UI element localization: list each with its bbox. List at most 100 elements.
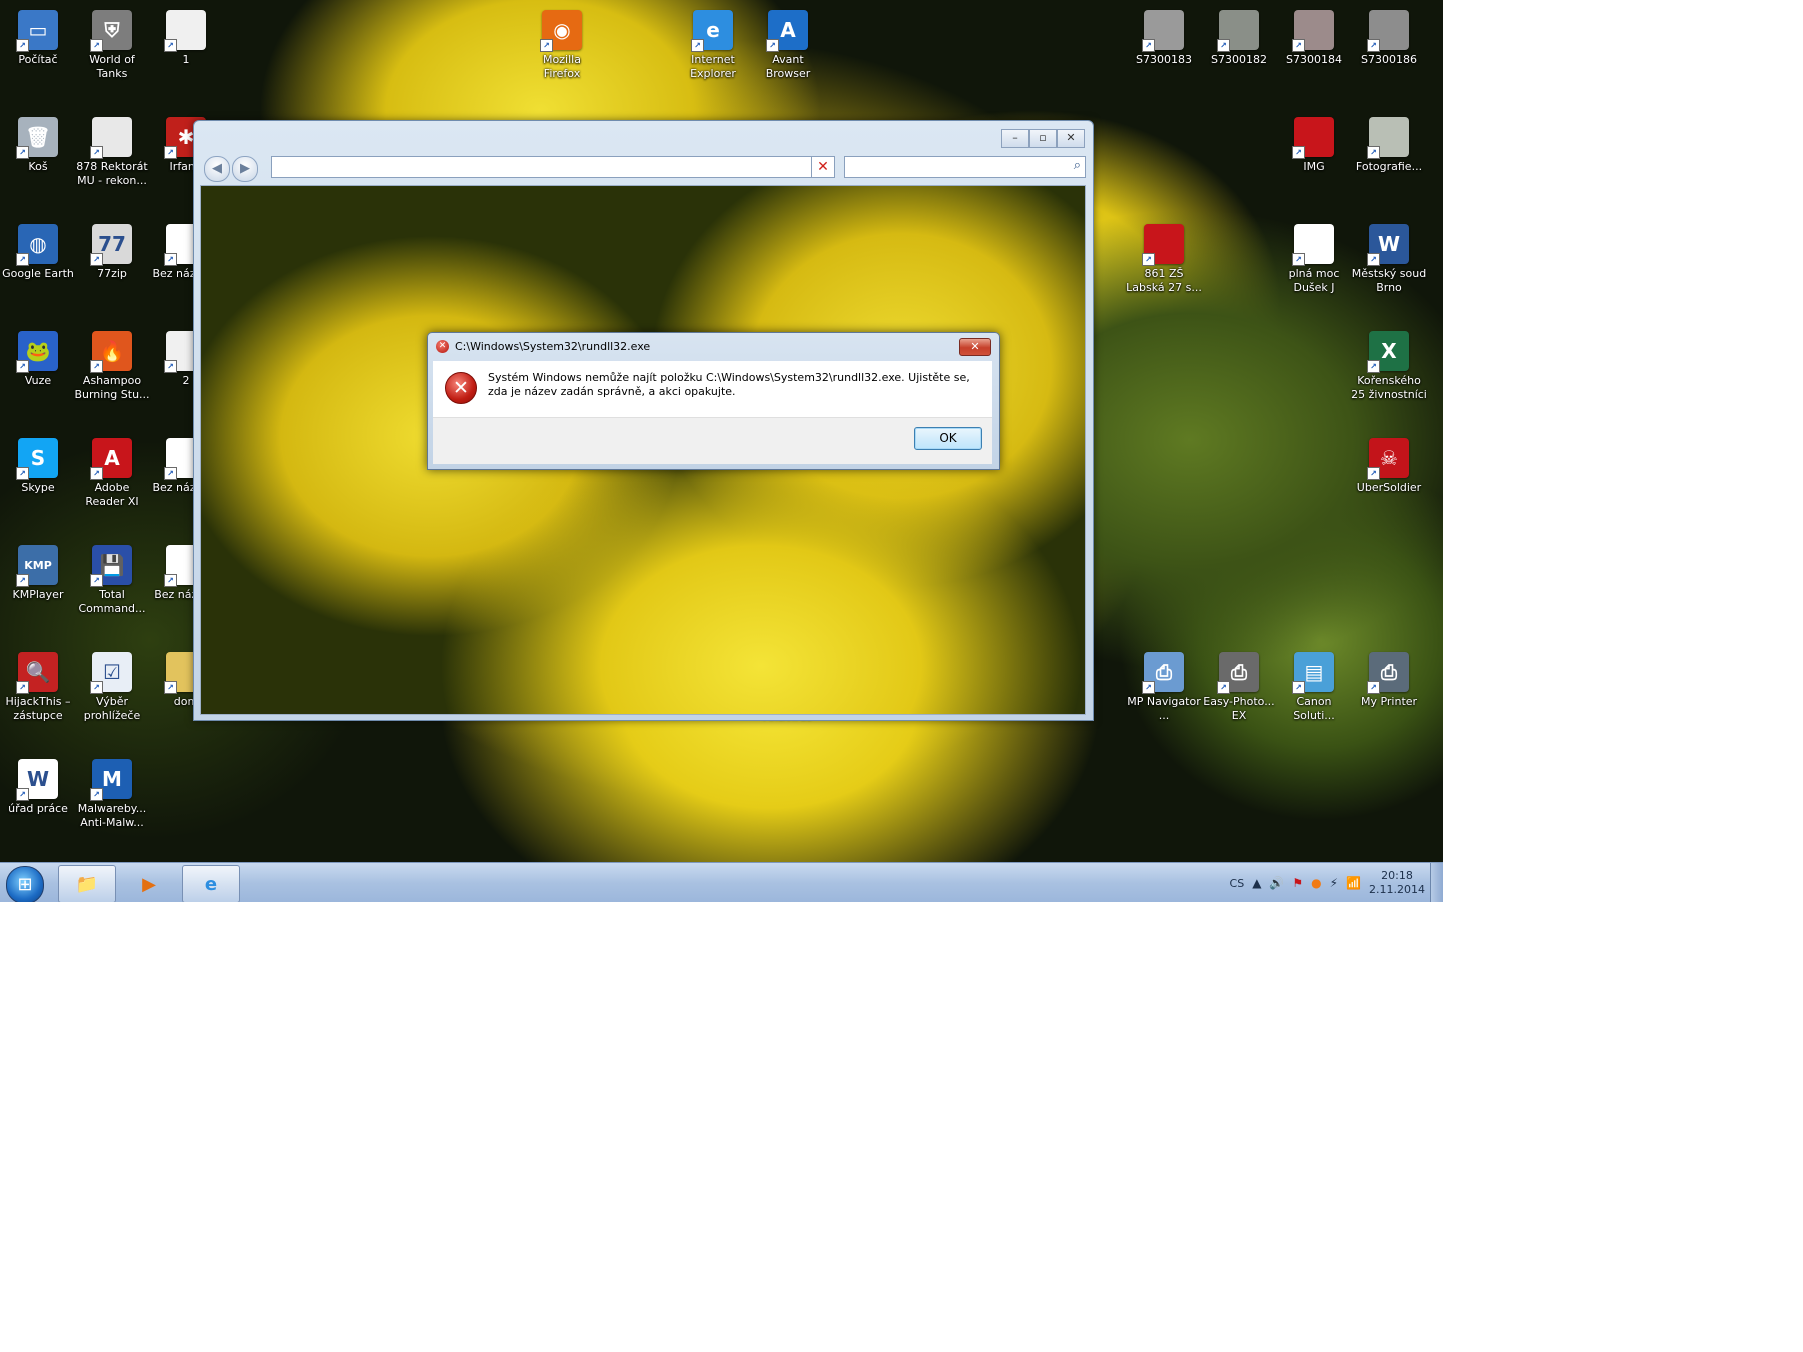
desktop-icon-ashampoo[interactable]: 🔥 ↗ Ashampoo Burning Stu... [74,325,150,402]
dialog-titlebar: ✕ C:\Windows\System32\rundll32.exe [436,337,650,355]
desktop-icon-s183[interactable]: ↗ S7300183 [1126,4,1202,67]
minimize-button[interactable]: – [1001,129,1029,148]
desktop-icon-label: KMPlayer [12,588,64,601]
shortcut-arrow-icon: ↗ [691,39,704,52]
desktop-icon-korenskeho[interactable]: X ↗ Kořenského 25 živnostníci [1351,325,1427,402]
shortcut-arrow-icon: ↗ [16,467,29,480]
shortcut-arrow-icon: ↗ [164,146,177,159]
taskbar-media-player-button[interactable]: ▶ [120,865,178,902]
action-center-flag-icon[interactable]: ⚑ [1292,876,1303,890]
desktop-icon-easyphoto[interactable]: ⎙ ↗ Easy-Photo... EX [1201,646,1277,723]
desktop-icon-label: Fotografie... [1355,160,1423,173]
search-input[interactable]: ⌕ [844,156,1086,178]
power-icon[interactable]: ⚡ [1330,876,1338,890]
desktop-icon-ubersoldier[interactable]: ☠ ↗ UberSoldier [1351,432,1427,495]
search-icon[interactable]: ⌕ [1074,158,1081,173]
shortcut-arrow-icon: ↗ [164,39,177,52]
shortcut-arrow-icon: ↗ [16,788,29,801]
google-earth-icon: ◍ ↗ [16,224,58,266]
desktop-icon-uradprace[interactable]: W ↗ úřad práce [0,753,76,816]
pdf-file-icon: ↗ [1142,224,1184,266]
floppy-disk-icon: 💾 ↗ [90,545,132,587]
dialog-footer: OK [433,417,992,464]
image-file-icon: ↗ [1367,117,1409,159]
desktop-icon-malwarebytes[interactable]: M ↗ Malwareby... Anti-Malw... [74,753,150,830]
error-icon: ✕ [445,372,477,404]
desktop-icon-adobe[interactable]: A ↗ Adobe Reader XI [74,432,150,509]
desktop-icon-mestsky[interactable]: W ↗ Městský soud Brno [1351,218,1427,295]
desktop-icon-fotografie[interactable]: ↗ Fotografie... [1351,111,1427,174]
shortcut-arrow-icon: ↗ [1292,681,1305,694]
desktop-icon-plnamoc[interactable]: ↗ plná moc Dušek J [1276,218,1352,295]
forward-arrow-icon[interactable]: ▶ [232,156,258,182]
word-document-icon: W ↗ [1367,224,1409,266]
taskbar-explorer-button[interactable]: 📁 [58,865,116,902]
desktop-icon-label: 878 Rektorát MU - rekon... [76,160,148,187]
word-document-icon: W ↗ [16,759,58,801]
shortcut-arrow-icon: ↗ [164,253,177,266]
desktop-icon-gearth[interactable]: ◍ ↗ Google Earth [0,218,76,281]
desktop-icon-ie[interactable]: e ↗ Internet Explorer [675,4,751,81]
desktop-icon-label: 861 ZŠ Labská 27 s... [1126,267,1202,294]
kmplayer-icon: KMP ↗ [16,545,58,587]
desktop-icon-rektorat[interactable]: ↗ 878 Rektorát MU - rekon... [74,111,150,188]
close-window-button[interactable]: ✕ [1057,129,1085,148]
folder-explorer-icon: 📁 [75,873,99,895]
show-hidden-icons-icon[interactable]: ▲ [1252,876,1261,890]
desktop-icon-totalcmd[interactable]: 💾 ↗ Total Command... [74,539,150,616]
start-button[interactable]: ⊞ [6,866,44,902]
clock-time: 20:18 [1381,869,1413,882]
desktop-icon-s182[interactable]: ↗ S7300182 [1201,4,1277,67]
desktop-icon-canon[interactable]: ▤ ↗ Canon Soluti... [1276,646,1352,723]
desktop-icon-firefox[interactable]: ◉ ↗ Mozilla Firefox [524,4,600,81]
shortcut-arrow-icon: ↗ [16,39,29,52]
shortcut-arrow-icon: ↗ [90,39,103,52]
language-indicator[interactable]: CS [1230,877,1245,890]
internet-explorer-icon: e [204,873,218,895]
desktop-icon-label: IMG [1303,160,1325,173]
dialog-body: ✕ Systém Windows nemůže najít položku C:… [433,361,992,417]
taskbar-ie-button[interactable]: e [182,865,240,902]
network-signal-icon[interactable]: 📶 [1346,876,1361,890]
show-desktop-button[interactable] [1430,863,1443,902]
navigation-buttons: ◀ ▶ [204,156,258,182]
desktop-icon-label: Výběr prohlížeče [83,695,141,722]
shortcut-arrow-icon: ↗ [1142,681,1155,694]
error-dialog[interactable]: ✕ C:\Windows\System32\rundll32.exe ✕ ✕ S… [427,332,1000,470]
desktop-icon-mpnav[interactable]: ⎙ ↗ MP Navigator ... [1126,646,1202,723]
ok-button[interactable]: OK [914,427,982,450]
volume-icon[interactable]: 🔊 [1269,876,1284,890]
avast-tray-icon[interactable]: ● [1311,876,1321,890]
maximize-button[interactable]: ▫ [1029,129,1057,148]
adobe-reader-icon: A ↗ [90,438,132,480]
desktop-icon-vyber[interactable]: ☑ ↗ Výběr prohlížeče [74,646,150,723]
desktop-icon-kos[interactable]: 🗑 ↗ Koš [0,111,76,174]
desktop-icon-vuze[interactable]: 🐸 ↗ Vuze [0,325,76,388]
desktop-icon-7zip[interactable]: 77 ↗ 77zip [74,218,150,281]
desktop-icon-label: HijackThis – zástupce [5,695,71,722]
shortcut-arrow-icon: ↗ [1367,146,1380,159]
stop-icon[interactable]: ✕ [811,156,835,178]
dialog-close-button[interactable]: ✕ [959,338,991,356]
desktop-icon-avant[interactable]: A ↗ Avant Browser [750,4,826,81]
desktop-icon-zs861[interactable]: ↗ 861 ZŠ Labská 27 s... [1126,218,1202,295]
desktop-icon-myprinter[interactable]: ⎙ ↗ My Printer [1351,646,1427,709]
shortcut-arrow-icon: ↗ [540,39,553,52]
clock[interactable]: 20:18 2.11.2014 [1369,869,1425,897]
back-arrow-icon[interactable]: ◀ [204,156,230,182]
desktop-icon-pocitac[interactable]: ▭ ↗ Počítač [0,4,76,67]
desktop-icon-s186[interactable]: ↗ S7300186 [1351,4,1427,67]
desktop-icon-label: UberSoldier [1356,481,1422,494]
desktop-icon-label: Internet Explorer [690,53,736,80]
desktop-icon-img[interactable]: ↗ IMG [1276,111,1352,174]
system-tray: CS ▲ 🔊 ⚑ ● ⚡ 📶 20:18 2.11.2014 [1230,863,1425,902]
desktop-icon-doc1[interactable]: ↗ 1 [148,4,224,67]
desktop-icon-kmplayer[interactable]: KMP ↗ KMPlayer [0,539,76,602]
desktop-icon-wot[interactable]: ⛨ ↗ World of Tanks [74,4,150,81]
address-bar[interactable]: ▼ [271,156,831,178]
shortcut-arrow-icon: ↗ [1142,39,1155,52]
window-caption-buttons: – ▫ ✕ [1001,129,1085,148]
desktop-icon-s184[interactable]: ↗ S7300184 [1276,4,1352,67]
desktop-icon-skype[interactable]: S ↗ Skype [0,432,76,495]
desktop-icon-hijackthis[interactable]: 🔍 ↗ HijackThis – zástupce [0,646,76,723]
